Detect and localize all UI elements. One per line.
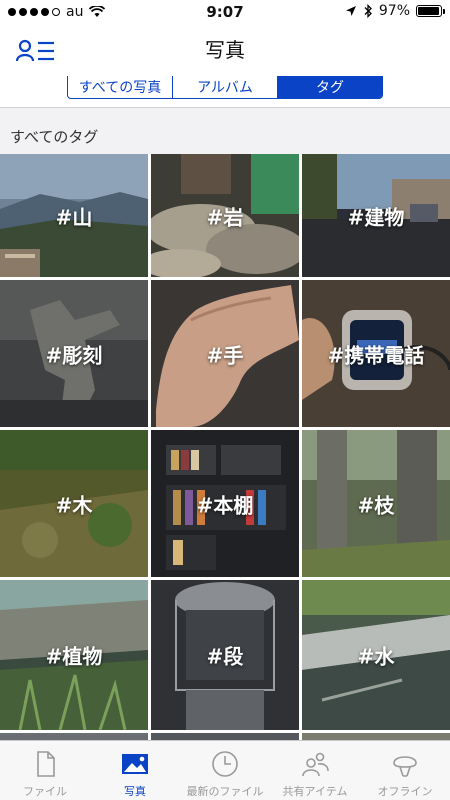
tag-label: #建物 <box>347 205 405 229</box>
people-icon <box>302 752 329 777</box>
tag-tile-mountain[interactable]: #山 <box>0 154 148 277</box>
tag-label: #段 <box>206 644 244 669</box>
tag-tile-bookshelf[interactable]: #本棚 <box>151 430 299 577</box>
tag-label: #手 <box>206 343 244 367</box>
segment-all-photos[interactable]: すべての写真 <box>68 76 172 98</box>
tag-label: #岩 <box>206 205 244 229</box>
tab-label: 写真 <box>124 785 146 798</box>
tag-label: #彫刻 <box>45 343 103 367</box>
tag-tile-partial[interactable] <box>0 733 148 740</box>
tab-recent[interactable]: 最新のファイル <box>180 741 270 800</box>
tag-tile-stairs[interactable]: #段 <box>151 580 299 730</box>
tag-label: #携帯電話 <box>327 343 425 367</box>
battery-percent: 97% <box>378 3 410 19</box>
tab-offline[interactable]: オフライン <box>360 741 450 800</box>
tab-photos[interactable]: 写真 <box>90 741 180 800</box>
bluetooth-icon <box>364 4 372 18</box>
tab-label: オフライン <box>377 785 433 798</box>
page-title: 写真 <box>205 38 245 62</box>
segmented-control: すべての写真 アルバム タグ <box>67 76 383 99</box>
clock-icon <box>212 751 238 777</box>
navigation-bar: 写真 <box>0 24 450 76</box>
tag-tile-building[interactable]: #建物 <box>302 154 450 277</box>
tag-tile-hand[interactable]: #手 <box>151 280 299 427</box>
segment-bar: すべての写真 アルバム タグ <box>0 76 450 108</box>
tab-bar: ファイル 写真 最新のファイル 共有アイテム オフライン <box>0 740 450 800</box>
section-header: すべてのタグ <box>0 108 450 154</box>
tag-tile-plant[interactable]: #植物 <box>0 580 148 730</box>
tag-tile-phone[interactable]: #携帯電話 <box>302 280 450 427</box>
tag-label: #水 <box>357 644 395 669</box>
tag-tile-tree[interactable]: #木 <box>0 430 148 577</box>
tag-label: #植物 <box>45 644 103 669</box>
tag-label: #木 <box>55 493 93 517</box>
tab-label: 最新のファイル <box>186 785 264 798</box>
battery-icon <box>416 5 445 17</box>
tag-tile-sculpture[interactable]: #彫刻 <box>0 280 148 427</box>
tab-label: 共有アイテム <box>282 785 348 798</box>
tag-tile-partial[interactable] <box>151 733 299 740</box>
tab-shared[interactable]: 共有アイテム <box>270 741 360 800</box>
tag-label: #本棚 <box>196 493 254 517</box>
tab-files[interactable]: ファイル <box>0 741 90 800</box>
file-icon <box>37 751 55 777</box>
section-header-label: すべてのタグ <box>10 128 99 146</box>
tag-tile-rock[interactable]: #岩 <box>151 154 299 277</box>
tab-label: ファイル <box>23 785 67 798</box>
offline-icon <box>393 756 417 777</box>
tag-label: #山 <box>55 205 93 229</box>
status-bar: au 9:07 97% <box>0 0 450 24</box>
tag-tile-partial[interactable] <box>302 733 450 740</box>
location-arrow-icon <box>345 6 356 16</box>
tag-grid: #山 #岩 #建物 #彫刻 #手 #携帯電話 #木 #本棚 #枝 #植物 #段 … <box>0 154 450 740</box>
photo-icon <box>122 754 148 774</box>
tag-tile-branch[interactable]: #枝 <box>302 430 450 577</box>
tag-label: #枝 <box>357 493 395 517</box>
segment-albums[interactable]: アルバム <box>172 76 277 98</box>
segment-tags[interactable]: タグ <box>277 76 382 98</box>
tag-tile-water[interactable]: #水 <box>302 580 450 730</box>
